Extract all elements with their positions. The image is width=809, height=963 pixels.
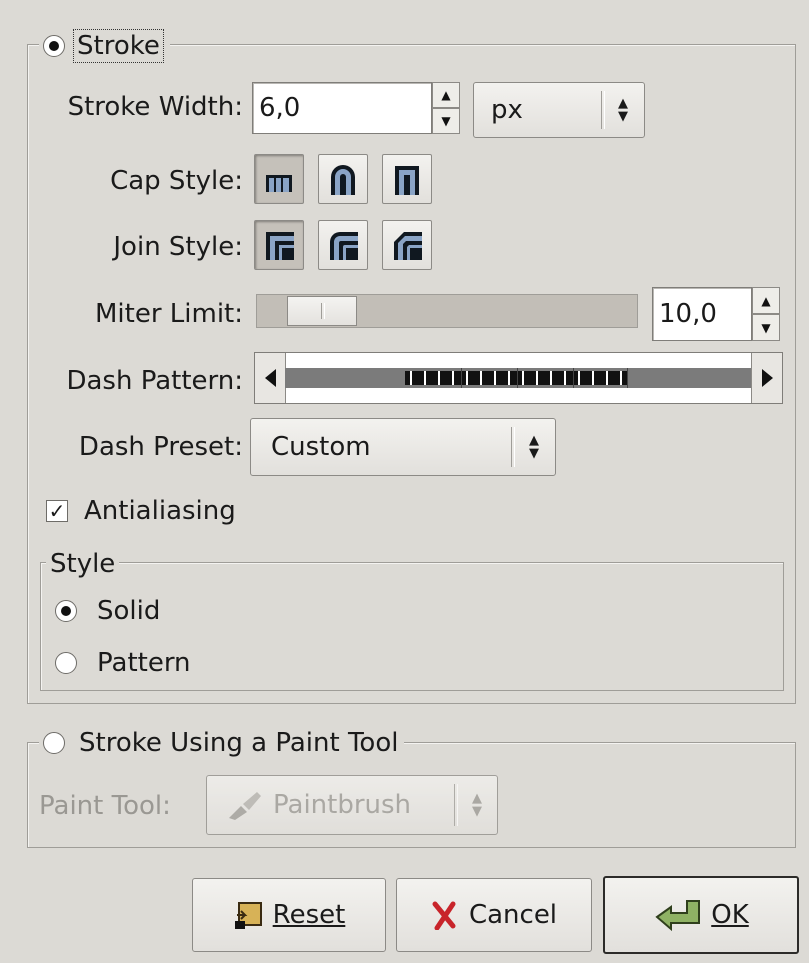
spin-down-icon[interactable]: ▼	[752, 314, 780, 341]
cap-round-button[interactable]	[318, 154, 368, 204]
paint-tool-radio-indicator[interactable]	[43, 732, 65, 754]
scroll-left-button[interactable]	[255, 353, 286, 403]
join-round-button[interactable]	[318, 220, 368, 270]
join-miter-button[interactable]	[254, 220, 304, 270]
square-cap-icon	[395, 166, 419, 195]
dash-marker	[573, 368, 574, 388]
paint-tool-radio-label: Stroke Using a Paint Tool	[79, 728, 399, 758]
stroke-unit-value: px	[491, 95, 523, 125]
cap-square-button[interactable]	[382, 154, 432, 204]
right-arrow-icon	[761, 369, 773, 387]
join-style-label: Join Style:	[113, 232, 243, 262]
dash-pattern-editor[interactable]	[254, 352, 783, 404]
left-arrow-icon	[264, 369, 276, 387]
bevel-join-icon	[394, 232, 422, 260]
cap-style-label: Cap Style:	[110, 166, 243, 196]
style-group-title: Style	[46, 548, 120, 580]
reset-button[interactable]: Reset	[192, 878, 386, 952]
cancel-label: Cancel	[468, 900, 558, 930]
dash-pattern-label: Dash Pattern:	[66, 366, 243, 396]
miter-limit-input[interactable]: 10,0	[652, 287, 752, 341]
stroke-unit-combo[interactable]: px ▲ ▼	[473, 82, 645, 138]
paintbrush-icon	[229, 792, 261, 820]
cancel-x-icon	[432, 901, 456, 930]
round-join-icon	[330, 232, 358, 260]
stroke-width-spinner[interactable]: ▲ ▼	[432, 82, 460, 134]
solid-label: Solid	[97, 596, 161, 626]
up-down-arrow-icon: ▲ ▼	[472, 791, 482, 819]
round-cap-icon	[331, 165, 355, 195]
join-bevel-button[interactable]	[382, 220, 432, 270]
dash-pattern-track	[285, 368, 752, 388]
up-down-arrow-icon: ▲ ▼	[529, 433, 539, 461]
miter-join-icon	[266, 232, 294, 260]
cap-butt-button[interactable]	[254, 154, 304, 204]
spin-up-icon[interactable]: ▲	[432, 82, 460, 108]
stroke-radio[interactable]: Stroke	[39, 26, 170, 66]
dash-marker	[461, 368, 462, 388]
ok-button[interactable]: OK	[603, 876, 799, 954]
dash-segments	[405, 371, 627, 385]
stroke-width-input[interactable]: 6,0	[252, 82, 432, 134]
slider-grip	[321, 303, 325, 319]
miter-limit-label: Miter Limit:	[94, 299, 243, 329]
paint-tool-combo: Paintbrush ▲ ▼	[206, 775, 498, 835]
stroke-radio-label: Stroke	[73, 29, 164, 63]
scroll-right-button[interactable]	[751, 353, 782, 403]
ok-icon	[655, 900, 701, 932]
antialiasing-checkbox[interactable]: ✓ Antialiasing	[46, 496, 236, 526]
dash-preset-combo[interactable]: Custom ▲ ▼	[250, 418, 556, 476]
antialiasing-label: Antialiasing	[84, 496, 236, 526]
up-down-arrow-icon: ▲ ▼	[618, 96, 628, 124]
dash-marker	[627, 368, 628, 388]
reset-label: Reset	[272, 900, 346, 930]
paint-tool-label: Paint Tool:	[39, 791, 171, 821]
radio-indicator[interactable]	[55, 652, 77, 674]
reset-icon	[234, 902, 262, 929]
butt-cap-icon	[266, 175, 292, 192]
combo-separator	[511, 427, 515, 467]
style-solid-radio[interactable]: Solid	[55, 596, 160, 626]
pattern-label: Pattern	[97, 648, 191, 678]
stroke-width-label: Stroke Width:	[67, 92, 243, 122]
style-pattern-radio[interactable]: Pattern	[55, 648, 191, 678]
dash-preset-value: Custom	[271, 432, 371, 462]
cancel-button[interactable]: Cancel	[396, 878, 592, 952]
dash-marker	[517, 368, 518, 388]
dash-preset-label: Dash Preset:	[78, 432, 243, 462]
checkmark-icon[interactable]: ✓	[46, 500, 68, 522]
spin-up-icon[interactable]: ▲	[752, 287, 780, 314]
miter-limit-slider-trough[interactable]	[256, 294, 638, 328]
combo-separator	[454, 784, 458, 826]
spin-down-icon[interactable]: ▼	[432, 108, 460, 134]
ok-label: OK	[711, 900, 749, 930]
radio-indicator[interactable]	[55, 600, 77, 622]
paint-tool-value: Paintbrush	[273, 790, 412, 820]
miter-limit-slider-handle[interactable]	[287, 296, 357, 326]
paint-tool-radio[interactable]: Stroke Using a Paint Tool	[39, 724, 405, 762]
combo-separator	[601, 91, 605, 129]
miter-limit-spinner[interactable]: ▲ ▼	[752, 287, 780, 341]
stroke-radio-indicator[interactable]	[43, 35, 65, 57]
